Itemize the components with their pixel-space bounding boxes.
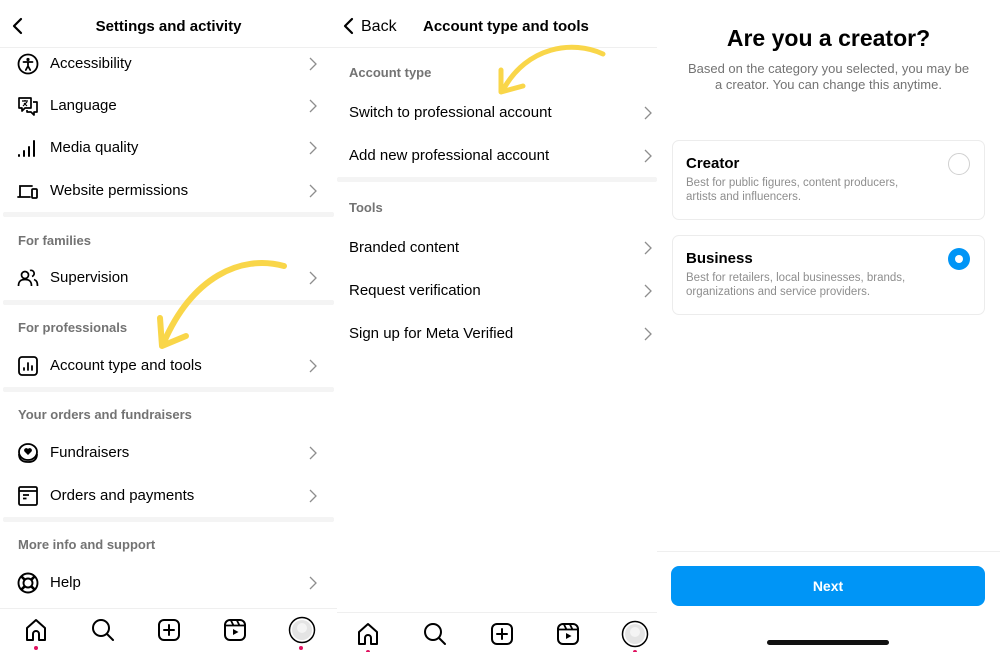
section-divider	[3, 387, 334, 392]
settings-item-label: Help	[50, 574, 81, 591]
footer-divider	[657, 551, 1000, 552]
supervision-icon	[17, 269, 39, 287]
chevron-right-icon	[309, 141, 317, 155]
back-chevron-icon[interactable]	[339, 16, 359, 36]
chevron-right-icon	[644, 327, 652, 341]
settings-item-label: Orders and payments	[50, 487, 195, 504]
settings-item-accessibility[interactable]: Accessibility	[0, 43, 337, 85]
home-indicator	[767, 640, 889, 645]
option-title: Business	[686, 250, 753, 267]
option-description: Best for public figures, content produce…	[686, 177, 899, 203]
option-card-business[interactable]: Business Best for retailers, local busin…	[672, 235, 985, 315]
reels-icon[interactable]	[222, 617, 248, 643]
menu-item-switch-to-professional[interactable]: Switch to professional account	[337, 92, 657, 134]
notification-dot	[34, 646, 38, 650]
menu-item-request-verification[interactable]: Request verification	[337, 270, 657, 312]
settings-item-label: Fundraisers	[50, 444, 130, 461]
chevron-right-icon	[309, 99, 317, 113]
settings-item-account-type-and-tools[interactable]: Account type and tools	[0, 345, 337, 387]
page-subtitle: Based on the category you selected, you …	[687, 61, 970, 92]
annotation-arrow-icon	[498, 44, 606, 95]
section-divider	[3, 517, 334, 522]
section-header-more-info-and-support: More info and support	[18, 537, 156, 552]
devices-icon	[17, 185, 38, 199]
orders-icon	[18, 486, 38, 506]
option-card-creator[interactable]: Creator Best for public figures, content…	[672, 140, 985, 220]
menu-item-label: Switch to professional account	[349, 104, 552, 121]
section-divider	[3, 212, 334, 217]
section-header-account-type: Account type	[349, 65, 432, 80]
next-button[interactable]: Next	[671, 566, 985, 606]
insights-icon	[18, 356, 38, 376]
search-icon[interactable]	[90, 617, 116, 643]
reels-icon[interactable]	[555, 621, 581, 647]
section-header-for-professionals: For professionals	[18, 320, 128, 335]
settings-item-label: Supervision	[50, 269, 129, 286]
page-title: Are you a creator?	[726, 25, 931, 51]
section-header-tools: Tools	[349, 200, 383, 215]
menu-item-label: Request verification	[349, 282, 481, 299]
page-title: Account type and tools	[423, 18, 589, 35]
menu-item-label: Branded content	[349, 239, 460, 256]
chevron-right-icon	[644, 149, 652, 163]
radio-creator-unselected[interactable]	[948, 153, 970, 175]
account-type-and-tools-screen: Back Account type and tools Account type…	[337, 0, 657, 652]
settings-item-label: Language	[50, 97, 117, 114]
help-lifebuoy-icon	[17, 572, 39, 594]
radio-business-selected[interactable]	[948, 248, 970, 270]
page-title: Settings and activity	[95, 18, 242, 35]
language-icon	[18, 97, 38, 116]
search-icon[interactable]	[422, 621, 448, 647]
settings-item-label: Account type and tools	[50, 357, 202, 374]
header: Settings and activity	[0, 0, 337, 48]
settings-item-supervision[interactable]: Supervision	[0, 257, 337, 299]
section-header-for-families: For families	[18, 233, 91, 248]
chevron-right-icon	[309, 57, 317, 71]
create-post-icon[interactable]	[489, 621, 515, 647]
chevron-right-icon	[644, 106, 652, 120]
home-icon[interactable]	[23, 617, 49, 643]
settings-item-media-quality[interactable]: Media quality	[0, 127, 337, 169]
settings-item-orders-and-payments[interactable]: Orders and payments	[0, 475, 337, 517]
are-you-a-creator-screen: Are you a creator? Based on the category…	[657, 0, 1000, 652]
section-header-orders-and-fundraisers: Your orders and fundraisers	[18, 407, 192, 422]
bottom-tab-bar	[0, 608, 337, 652]
create-post-icon[interactable]	[156, 617, 182, 643]
chevron-right-icon	[309, 271, 317, 285]
header: Back Account type and tools	[337, 0, 657, 48]
home-icon[interactable]	[355, 621, 381, 647]
settings-item-website-permissions[interactable]: Website permissions	[0, 170, 337, 212]
settings-item-help[interactable]: Help	[0, 562, 337, 604]
chevron-right-icon	[644, 241, 652, 255]
profile-avatar[interactable]	[288, 616, 316, 644]
settings-item-fundraisers[interactable]: Fundraisers	[0, 432, 337, 474]
chevron-right-icon	[644, 284, 652, 298]
menu-item-label: Add new professional account	[349, 147, 550, 164]
fundraiser-icon	[18, 443, 38, 463]
profile-avatar[interactable]	[621, 620, 649, 648]
section-divider	[337, 177, 657, 182]
menu-item-add-professional-account[interactable]: Add new professional account	[337, 135, 657, 177]
section-divider	[3, 300, 334, 305]
chevron-right-icon	[309, 489, 317, 503]
menu-item-label: Sign up for Meta Verified	[349, 325, 514, 342]
accessibility-icon	[17, 53, 39, 75]
settings-item-language[interactable]: Language	[0, 85, 337, 127]
chevron-right-icon	[309, 184, 317, 198]
option-description: Best for retailers, local businesses, br…	[686, 272, 906, 298]
settings-item-label: Media quality	[50, 139, 139, 156]
chevron-right-icon	[309, 446, 317, 460]
signal-bars-icon	[18, 140, 35, 157]
chevron-right-icon	[309, 576, 317, 590]
menu-item-meta-verified[interactable]: Sign up for Meta Verified	[337, 313, 657, 355]
settings-item-label: Accessibility	[50, 55, 132, 72]
settings-item-label: Website permissions	[50, 182, 189, 199]
option-title: Creator	[686, 155, 740, 172]
menu-item-branded-content[interactable]: Branded content	[337, 227, 657, 269]
settings-and-activity-screen: Settings and activity Accessibility Lang…	[0, 0, 337, 652]
back-button[interactable]: Back	[361, 18, 397, 36]
chevron-right-icon	[309, 359, 317, 373]
bottom-tab-bar	[337, 612, 657, 652]
notification-dot	[299, 646, 303, 650]
